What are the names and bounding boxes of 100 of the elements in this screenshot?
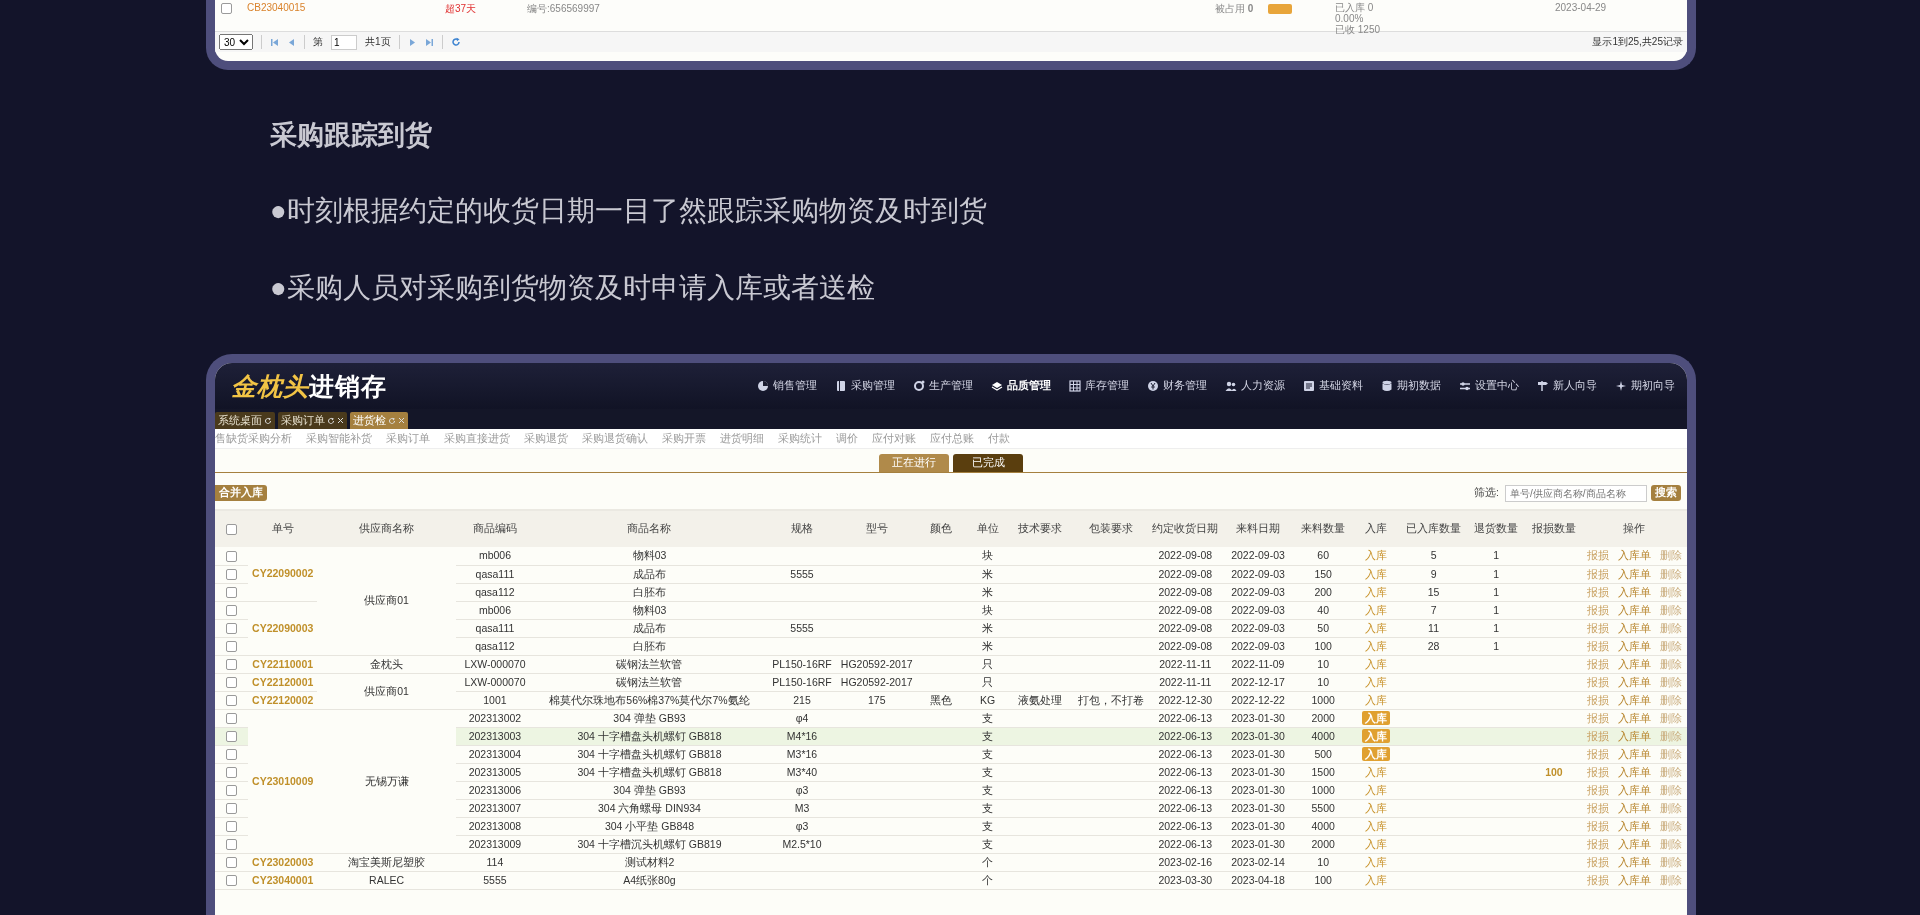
- search-button[interactable]: 搜索: [1651, 485, 1681, 501]
- stock-in-slip-link[interactable]: 入库单: [1617, 674, 1651, 690]
- checkbox[interactable]: [226, 821, 238, 833]
- report-loss-link[interactable]: 报损: [1586, 854, 1609, 870]
- report-loss-link[interactable]: 报损: [1586, 764, 1609, 780]
- nav-item[interactable]: 设置中心: [1459, 379, 1519, 393]
- menu-link[interactable]: 采购统计: [778, 431, 822, 446]
- stock-in-slip-link[interactable]: 入库单: [1617, 620, 1651, 636]
- checkbox[interactable]: [226, 785, 238, 797]
- delete-link[interactable]: 删除: [1659, 638, 1682, 654]
- nav-item[interactable]: 基础资料: [1303, 379, 1363, 393]
- report-loss-link[interactable]: 报损: [1586, 602, 1609, 618]
- menu-link[interactable]: 售缺货采购分析: [215, 431, 292, 446]
- checkbox[interactable]: [226, 524, 238, 536]
- nav-item[interactable]: 生产管理: [913, 379, 973, 393]
- stock-in-link[interactable]: 入库: [1364, 585, 1387, 598]
- stock-in-slip-link[interactable]: 入库单: [1617, 818, 1651, 834]
- checkbox[interactable]: [226, 839, 238, 851]
- menu-link[interactable]: 采购开票: [662, 431, 706, 446]
- status-tab[interactable]: 已完成: [953, 454, 1023, 472]
- stock-in-slip-link[interactable]: 入库单: [1617, 584, 1651, 600]
- delete-link[interactable]: 删除: [1659, 764, 1682, 780]
- delete-link[interactable]: 删除: [1659, 728, 1682, 744]
- order-number[interactable]: CY22090003: [252, 621, 314, 634]
- nav-item[interactable]: 人力资源: [1225, 379, 1285, 393]
- delete-link[interactable]: 删除: [1659, 602, 1682, 618]
- checkbox[interactable]: [226, 623, 238, 635]
- report-loss-link[interactable]: 报损: [1586, 584, 1609, 600]
- stock-in-slip-link[interactable]: 入库单: [1617, 548, 1651, 564]
- report-loss-link[interactable]: 报损: [1586, 710, 1609, 726]
- stock-in-link[interactable]: 入库: [1364, 567, 1387, 580]
- menu-link[interactable]: 采购智能补货: [306, 431, 372, 446]
- stock-in-slip-link[interactable]: 入库单: [1617, 800, 1651, 816]
- stock-in-slip-link[interactable]: 入库单: [1617, 638, 1651, 654]
- stock-in-link[interactable]: 入库: [1364, 783, 1387, 796]
- nav-item[interactable]: 新人向导: [1537, 379, 1597, 393]
- stock-in-slip-link[interactable]: 入库单: [1617, 710, 1651, 726]
- menu-link[interactable]: 采购退货确认: [582, 431, 648, 446]
- checkbox[interactable]: [226, 803, 238, 815]
- checkbox[interactable]: [226, 875, 238, 887]
- stock-in-link[interactable]: 入库: [1364, 675, 1387, 688]
- report-loss-link[interactable]: 报损: [1586, 836, 1609, 852]
- stock-in-link[interactable]: 入库: [1361, 728, 1390, 743]
- report-loss-link[interactable]: 报损: [1586, 692, 1609, 708]
- checkbox[interactable]: [226, 587, 238, 599]
- stock-in-slip-link[interactable]: 入库单: [1617, 764, 1651, 780]
- order-number[interactable]: CY22110001: [252, 657, 314, 670]
- checkbox[interactable]: [226, 713, 238, 725]
- delete-link[interactable]: 删除: [1659, 674, 1682, 690]
- page-input[interactable]: 1: [331, 34, 357, 50]
- checkbox[interactable]: [226, 695, 238, 707]
- first-page-icon[interactable]: [270, 37, 279, 47]
- nav-item[interactable]: 期初向导: [1615, 379, 1675, 393]
- menu-link[interactable]: 采购直接进货: [444, 431, 510, 446]
- close-icon[interactable]: [337, 417, 344, 424]
- delete-link[interactable]: 删除: [1659, 800, 1682, 816]
- stock-in-slip-link[interactable]: 入库单: [1617, 728, 1651, 744]
- tab[interactable]: 采购订单: [278, 412, 347, 429]
- report-loss-link[interactable]: 报损: [1586, 800, 1609, 816]
- next-page-icon[interactable]: [407, 37, 417, 47]
- nav-item[interactable]: 采购管理: [835, 379, 895, 393]
- checkbox[interactable]: [226, 605, 238, 617]
- stock-in-link[interactable]: 入库: [1364, 855, 1387, 868]
- stock-in-link[interactable]: 入库: [1364, 657, 1387, 670]
- nav-item[interactable]: 库存管理: [1069, 379, 1129, 393]
- nav-item[interactable]: 销售管理: [757, 379, 817, 393]
- report-loss-link[interactable]: 报损: [1586, 656, 1609, 672]
- stock-in-slip-link[interactable]: 入库单: [1617, 656, 1651, 672]
- stock-in-link[interactable]: 入库: [1364, 765, 1387, 778]
- menu-link[interactable]: 采购退货: [524, 431, 568, 446]
- report-loss-link[interactable]: 报损: [1586, 674, 1609, 690]
- report-loss-link[interactable]: 报损: [1586, 620, 1609, 636]
- previous-page-icon[interactable]: [287, 37, 296, 47]
- checkbox[interactable]: [226, 659, 238, 671]
- stock-in-link[interactable]: 入库: [1364, 819, 1387, 832]
- report-loss-link[interactable]: 报损: [1586, 548, 1609, 564]
- stock-in-link[interactable]: 入库: [1364, 621, 1387, 634]
- delete-link[interactable]: 删除: [1659, 620, 1682, 636]
- stock-in-slip-link[interactable]: 入库单: [1617, 854, 1651, 870]
- order-number[interactable]: CY22120002: [252, 693, 314, 706]
- order-number[interactable]: CY23040001: [252, 873, 314, 886]
- checkbox[interactable]: [226, 767, 238, 779]
- refresh-icon[interactable]: [450, 37, 461, 47]
- report-loss-link[interactable]: 报损: [1586, 818, 1609, 834]
- menu-link[interactable]: 进货明细: [720, 431, 764, 446]
- stock-in-link[interactable]: 入库: [1364, 837, 1387, 850]
- delete-link[interactable]: 删除: [1659, 656, 1682, 672]
- stock-in-link[interactable]: 入库: [1361, 710, 1390, 725]
- stock-in-slip-link[interactable]: 入库单: [1617, 782, 1651, 798]
- stock-in-slip-link[interactable]: 入库单: [1617, 692, 1651, 708]
- stock-in-slip-link[interactable]: 入库单: [1617, 566, 1651, 582]
- menu-link[interactable]: 付款: [988, 431, 1010, 446]
- checkbox[interactable]: [226, 569, 238, 581]
- report-loss-link[interactable]: 报损: [1586, 782, 1609, 798]
- delete-link[interactable]: 删除: [1659, 692, 1682, 708]
- last-page-icon[interactable]: [424, 37, 434, 47]
- report-loss-link[interactable]: 报损: [1586, 638, 1609, 654]
- nav-item[interactable]: 财务管理: [1147, 379, 1207, 393]
- delete-link[interactable]: 删除: [1659, 854, 1682, 870]
- stock-in-link[interactable]: 入库: [1364, 801, 1387, 814]
